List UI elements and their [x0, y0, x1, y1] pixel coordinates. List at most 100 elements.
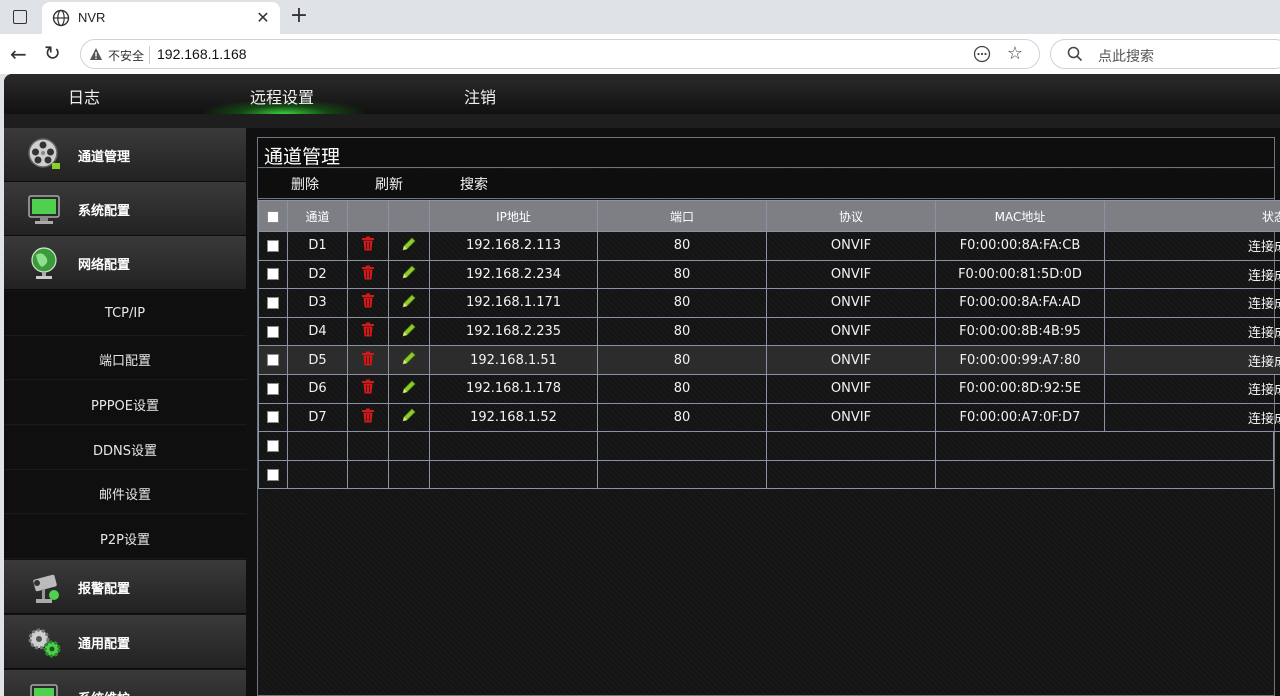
sidebar-item-label: 网络配置 [78, 258, 131, 273]
sidebar-item-network-config[interactable]: 网络配置 [4, 236, 246, 290]
table-row-empty[interactable] [258, 459, 1280, 490]
edit-cell [388, 259, 430, 290]
sidebar-subitem-port-config[interactable]: 端口配置 [4, 336, 246, 380]
delete-icon[interactable] [361, 293, 375, 312]
row-select-cell [258, 316, 288, 347]
sidebar-subitem-tcpip[interactable]: TCP/IP [4, 292, 246, 336]
mac-cell: F0:00:00:81:5D:0D [935, 259, 1105, 290]
sidebar-subitem-ddns[interactable]: DDNS设置 [4, 426, 246, 470]
sidebar-item-channel-management[interactable]: 通道管理 [4, 128, 246, 182]
edit-cell [388, 231, 430, 261]
favorite-star-icon[interactable]: ☆ [1007, 43, 1023, 64]
sidebar-item-label: 通用配置 [78, 637, 131, 652]
nav-log[interactable]: 日志 [68, 84, 100, 108]
protocol-cell: ONVIF [766, 288, 936, 318]
more-options-icon[interactable] [973, 45, 991, 63]
table-row[interactable]: D4 192.168.2.235 80 ONVIF F0:00:00:8B:4B:95 连… [258, 316, 1280, 347]
status-cell: 连接成功 [1103, 288, 1280, 318]
nav-remote-settings[interactable]: 远程设置 [250, 84, 314, 108]
sidebar-subitem-email[interactable]: 邮件设置 [4, 470, 246, 514]
delete-button[interactable]: 删除 [291, 174, 319, 194]
sidebar-subitem-label: P2P设置 [100, 533, 150, 548]
url-field[interactable]: 不安全 192.168.1.168 ☆ [80, 39, 1040, 69]
close-tab-icon[interactable]: ✕ [254, 8, 272, 27]
edit-cell [388, 316, 430, 347]
table-row[interactable]: D2 192.168.2.234 80 ONVIF F0:00:00:81:5D:0D 连… [258, 259, 1280, 290]
row-select-cell [258, 402, 288, 433]
empty-cell [935, 459, 1274, 490]
mac-cell: F0:00:00:8D:92:5E [935, 373, 1105, 404]
table-row[interactable]: D7 192.168.1.52 80 ONVIF F0:00:00:A7:0F:D7 连接… [258, 402, 1280, 433]
row-checkbox[interactable] [267, 382, 279, 395]
nav-logout[interactable]: 注销 [464, 84, 496, 108]
table-row[interactable]: D6 192.168.1.178 80 ONVIF F0:00:00:8D:92:5E 连… [258, 373, 1280, 404]
row-checkbox[interactable] [267, 325, 279, 338]
delete-icon[interactable] [361, 265, 375, 284]
delete-icon[interactable] [361, 379, 375, 398]
edit-pencil-icon[interactable] [401, 264, 417, 284]
empty-cell [766, 459, 936, 490]
delete-icon[interactable] [361, 351, 375, 370]
row-select-cell [258, 459, 288, 490]
film-reel-icon [28, 138, 60, 169]
sidebar-subitem-p2p[interactable]: P2P设置 [4, 515, 246, 559]
table-row-empty[interactable] [258, 431, 1280, 461]
warning-icon[interactable] [89, 47, 103, 61]
row-checkbox[interactable] [267, 296, 279, 309]
row-checkbox[interactable] [267, 239, 279, 252]
tab-title: NVR [78, 10, 106, 25]
delete-icon[interactable] [361, 408, 375, 427]
refresh-button[interactable]: 刷新 [375, 174, 403, 194]
port-cell: 80 [597, 402, 767, 433]
status-cell: 连接成功 [1103, 345, 1280, 375]
row-checkbox[interactable] [267, 468, 279, 481]
protocol-cell: ONVIF [766, 231, 936, 261]
sidebar-item-general-config[interactable]: 通用配置 [4, 615, 246, 669]
row-checkbox[interactable] [267, 268, 279, 281]
row-checkbox[interactable] [267, 411, 279, 424]
edit-cell [388, 373, 430, 404]
new-tab-icon[interactable]: + [288, 3, 310, 28]
row-checkbox[interactable] [267, 439, 279, 452]
channel-cell: D1 [287, 231, 348, 261]
edit-pencil-icon[interactable] [401, 293, 417, 313]
browser-search-box[interactable]: 点此搜索 [1050, 39, 1280, 69]
table-body: D1 192.168.2.113 80 ONVIF F0:00:00:8A:FA:CB 连… [258, 231, 1280, 490]
select-all-checkbox[interactable] [267, 210, 279, 223]
edit-pencil-icon[interactable] [401, 322, 417, 342]
column-header-mac: MAC地址 [935, 200, 1105, 232]
table-row[interactable]: D3 192.168.1.171 80 ONVIF F0:00:00:8A:FA:AD 连… [258, 288, 1280, 318]
browser-tab[interactable]: NVR ✕ [42, 2, 280, 34]
edit-pencil-icon[interactable] [401, 236, 417, 256]
row-checkbox[interactable] [267, 354, 279, 367]
ip-cell: 192.168.2.113 [429, 231, 598, 261]
reload-icon[interactable]: ↻ [44, 41, 66, 65]
delete-cell [347, 373, 389, 404]
delete-cell [347, 288, 389, 318]
search-button[interactable]: 搜索 [460, 174, 488, 194]
edit-pencil-icon[interactable] [401, 407, 417, 427]
sidebar-subitem-pppoe[interactable]: PPPOE设置 [4, 381, 246, 425]
window-menu-icon[interactable] [10, 7, 30, 27]
ip-cell: 192.168.1.51 [429, 345, 598, 375]
back-icon[interactable]: ← [10, 42, 32, 66]
mac-cell: F0:00:00:8A:FA:AD [935, 288, 1105, 318]
edit-pencil-icon[interactable] [401, 350, 417, 370]
column-header-delete [347, 200, 389, 232]
sidebar-item-system-config[interactable]: 系统配置 [4, 182, 246, 236]
delete-cell [347, 259, 389, 290]
sidebar-subitem-label: PPPOE设置 [91, 399, 159, 414]
table-row[interactable]: D5 192.168.1.51 80 ONVIF F0:00:00:99:A7:80 连接… [258, 345, 1280, 375]
delete-icon[interactable] [361, 322, 375, 341]
table-row[interactable]: D1 192.168.2.113 80 ONVIF F0:00:00:8A:FA:CB 连… [258, 231, 1280, 261]
sidebar-item-system-maintenance[interactable]: 系统维护 [4, 670, 246, 696]
port-cell: 80 [597, 345, 767, 375]
gears-icon [28, 628, 61, 658]
edit-pencil-icon[interactable] [401, 379, 417, 399]
empty-cell [388, 431, 430, 461]
delete-icon[interactable] [361, 236, 375, 255]
protocol-cell: ONVIF [766, 373, 936, 404]
sidebar-item-alarm-config[interactable]: 报警配置 [4, 560, 246, 614]
url-text[interactable]: 192.168.1.168 [157, 46, 247, 62]
channel-cell: D2 [287, 259, 348, 290]
